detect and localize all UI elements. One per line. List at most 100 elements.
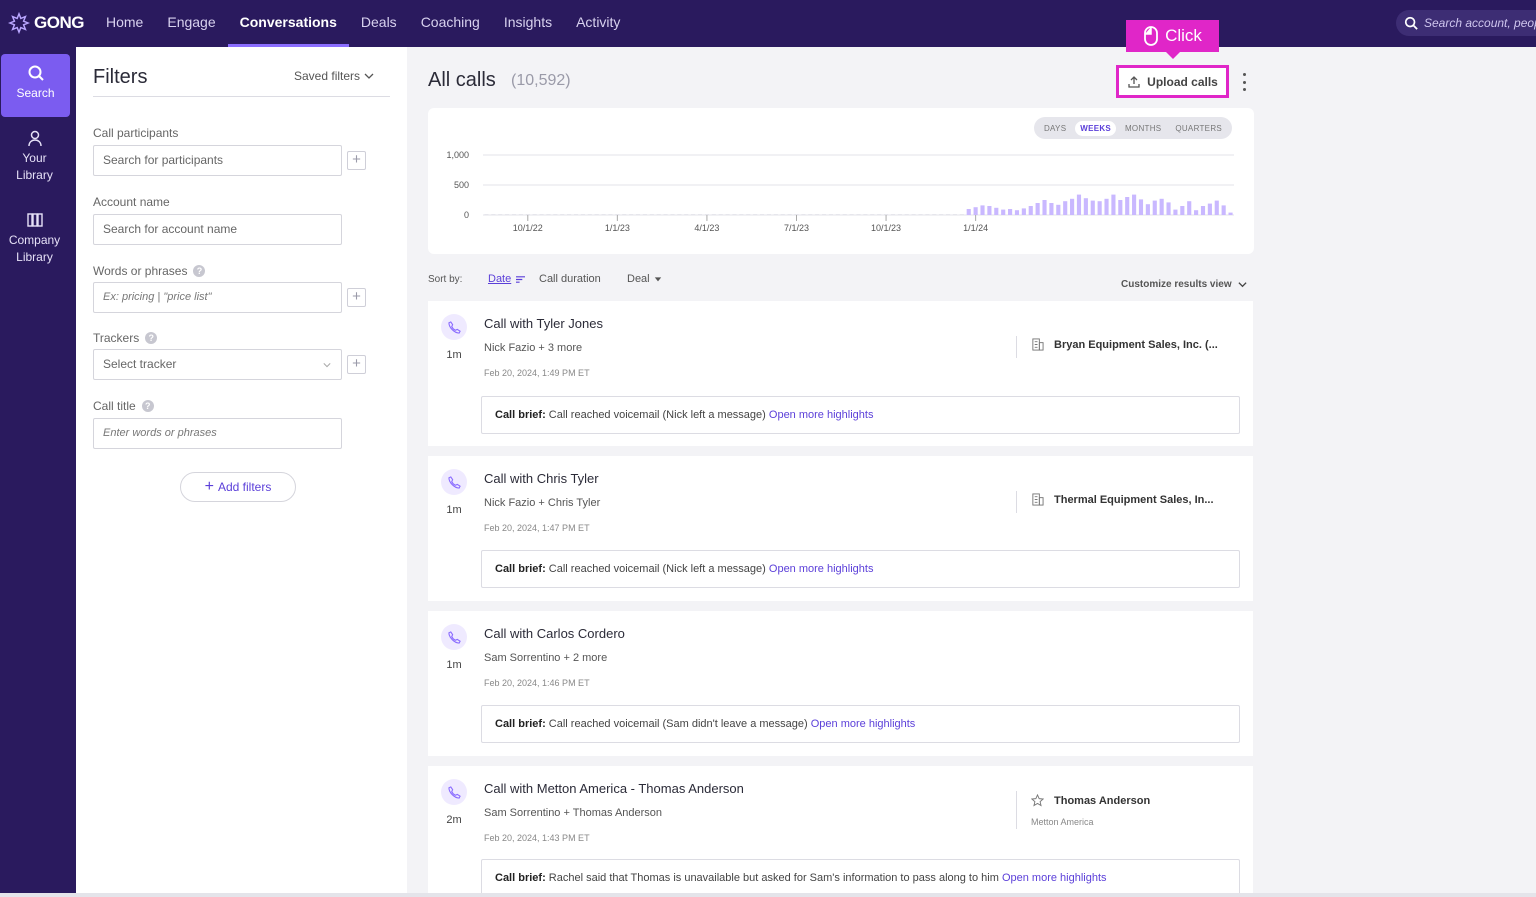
chart-bar[interactable] <box>1221 205 1226 215</box>
nav-home[interactable]: Home <box>94 0 155 47</box>
chart-bar[interactable] <box>1145 204 1150 215</box>
chart-bar[interactable] <box>580 214 585 215</box>
chart-bar[interactable] <box>780 214 785 215</box>
call-title[interactable]: Call with Carlos Cordero <box>484 626 625 641</box>
chart-bar[interactable] <box>684 214 689 215</box>
chart-bar[interactable] <box>773 214 778 215</box>
chart-bar[interactable] <box>1049 203 1054 215</box>
open-highlights-link[interactable]: Open more highlights <box>769 563 874 575</box>
call-card[interactable]: 2m Call with Metton America - Thomas And… <box>428 766 1253 897</box>
chart-bar[interactable] <box>1014 210 1020 215</box>
chart-bar[interactable] <box>1076 194 1082 215</box>
chart-bar[interactable] <box>484 214 489 215</box>
chart-bar[interactable] <box>1083 198 1088 215</box>
chart-bar[interactable] <box>498 214 503 215</box>
chart-bar[interactable] <box>1180 206 1185 215</box>
gong-logo[interactable]: GONG <box>8 10 84 36</box>
chart-bar[interactable] <box>939 214 944 215</box>
call-title[interactable]: Call with Chris Tyler <box>484 471 599 486</box>
rail-company-library[interactable]: Company Library <box>0 211 69 266</box>
help-icon[interactable]: ? <box>145 332 158 344</box>
saved-filters-dropdown[interactable]: Saved filters <box>294 69 374 83</box>
chart-bar[interactable] <box>766 214 771 215</box>
chart-bar[interactable] <box>1090 200 1095 215</box>
chart-bar[interactable] <box>1008 209 1013 215</box>
chart-bar[interactable] <box>697 214 703 215</box>
chart-bar[interactable] <box>739 214 744 215</box>
chart-bar[interactable] <box>952 214 958 215</box>
chart-bar[interactable] <box>1214 200 1219 215</box>
sort-deal[interactable]: Deal <box>627 273 662 285</box>
chart-bar[interactable] <box>980 205 985 215</box>
chart-bar[interactable] <box>511 214 517 215</box>
chart-bar[interactable] <box>849 214 854 215</box>
chart-bar[interactable] <box>732 214 737 215</box>
call-title[interactable]: Call with Tyler Jones <box>484 316 603 331</box>
nav-insights[interactable]: Insights <box>492 0 564 47</box>
chart-bar[interactable] <box>1063 201 1068 215</box>
participants-input[interactable]: Search for participants <box>93 145 342 176</box>
chart-bar[interactable] <box>815 214 820 215</box>
chart-bar[interactable] <box>1207 203 1212 215</box>
call-title[interactable]: Call with Metton America - Thomas Anders… <box>484 781 744 796</box>
chart-bar[interactable] <box>615 214 620 215</box>
call-participants[interactable]: Nick Fazio + Chris Tyler <box>484 497 600 509</box>
chart-bar[interactable] <box>1035 203 1040 215</box>
chart-bar[interactable] <box>656 214 661 215</box>
chart-bar[interactable] <box>1118 200 1123 215</box>
chart-bar[interactable] <box>1228 212 1233 215</box>
chart-bar[interactable] <box>746 214 751 215</box>
chart-bar[interactable] <box>925 214 930 215</box>
chart-bar[interactable] <box>973 207 978 215</box>
chart-bar[interactable] <box>629 214 634 215</box>
chart-bar[interactable] <box>587 214 592 215</box>
global-search-input[interactable]: Search account, peopl <box>1396 10 1536 36</box>
chart-bar[interactable] <box>704 214 709 215</box>
chart-bar[interactable] <box>911 214 916 215</box>
chart-bar[interactable] <box>670 214 675 215</box>
chart-bar[interactable] <box>601 214 606 215</box>
customize-results-view[interactable]: Customize results view <box>1121 279 1247 290</box>
call-account[interactable]: Thomas Anderson <box>1031 794 1150 807</box>
period-weeks[interactable]: WEEKS <box>1075 120 1117 136</box>
chart-bar[interactable] <box>918 214 923 215</box>
chart-bar[interactable] <box>505 214 510 215</box>
chart-bar[interactable] <box>863 214 868 215</box>
chart-bar[interactable] <box>801 214 806 215</box>
chart-bar[interactable] <box>753 214 758 215</box>
help-icon[interactable]: ? <box>141 400 154 412</box>
chart-bar[interactable] <box>828 214 834 215</box>
chart-bar[interactable] <box>877 214 882 215</box>
chart-bar[interactable] <box>870 214 875 215</box>
chart-bar[interactable] <box>1173 209 1178 215</box>
chart-bar[interactable] <box>808 214 813 215</box>
chart-bar[interactable] <box>1028 206 1033 215</box>
nav-deals[interactable]: Deals <box>349 0 409 47</box>
words-add-button[interactable]: + <box>347 288 366 307</box>
chart-bar[interactable] <box>904 214 909 215</box>
chart-bar[interactable] <box>1152 200 1157 215</box>
chart-bar[interactable] <box>842 214 847 215</box>
chart-bar[interactable] <box>1187 201 1192 215</box>
nav-conversations[interactable]: Conversations <box>227 0 350 47</box>
participants-add-button[interactable]: + <box>347 151 366 170</box>
chart-bar[interactable] <box>573 214 579 215</box>
chart-bar[interactable] <box>1200 206 1206 215</box>
chart-bar[interactable] <box>608 214 613 215</box>
chart-bar[interactable] <box>567 214 572 215</box>
chart-bar[interactable] <box>532 214 537 215</box>
sort-date[interactable]: Date <box>488 273 526 285</box>
chart-bar[interactable] <box>1104 198 1109 215</box>
chart-bar[interactable] <box>1001 209 1006 215</box>
chart-bar[interactable] <box>642 214 647 215</box>
chart-bar[interactable] <box>835 214 840 215</box>
period-months[interactable]: MONTHS <box>1120 121 1166 136</box>
rail-your-library[interactable]: Your Library <box>0 129 69 184</box>
sort-call-duration[interactable]: Call duration <box>539 273 601 285</box>
nav-activity[interactable]: Activity <box>564 0 632 47</box>
nav-engage[interactable]: Engage <box>155 0 227 47</box>
chart-bar[interactable] <box>491 214 496 215</box>
call-account[interactable]: Bryan Equipment Sales, Inc. (... <box>1031 338 1218 351</box>
call-card[interactable]: 1m Call with Carlos Cordero Sam Sorrenti… <box>428 611 1253 756</box>
account-input[interactable]: Search for account name <box>93 214 342 245</box>
